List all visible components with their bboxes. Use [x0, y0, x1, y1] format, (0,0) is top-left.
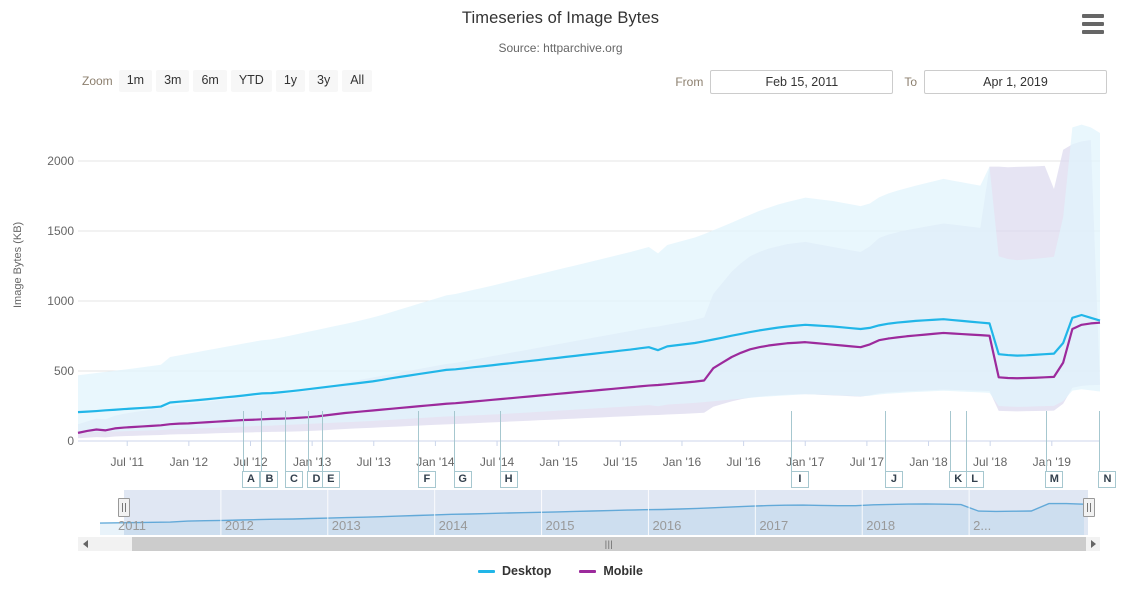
flag-k[interactable]: K: [949, 471, 968, 488]
x-axis-tick: Jul '12: [233, 455, 268, 469]
zoom-button-all[interactable]: All: [342, 70, 373, 92]
x-axis-tick: Jul '11: [110, 455, 144, 469]
navigator[interactable]: 2011 2012 2013 2014 2015 2016 2017 2018 2...: [78, 490, 1100, 535]
flag-g[interactable]: G: [453, 471, 472, 488]
legend-swatch-mobile: [579, 569, 597, 573]
plot-area: Image Bytes (KB) 0 500 1000 1500 2000 Jul '1…: [0, 108, 1121, 498]
flag-stem: [454, 411, 456, 478]
legend-item-mobile[interactable]: Mobile: [579, 564, 643, 578]
legend-label-mobile: Mobile: [603, 564, 643, 578]
menu-bar-3: [1082, 30, 1104, 34]
navigator-year-label: 2013: [331, 518, 361, 533]
legend-item-desktop[interactable]: Desktop: [478, 564, 551, 578]
scrollbar-grip: |||: [604, 538, 614, 549]
x-axis-tick: Jan '18: [909, 455, 948, 469]
hamburger-menu-icon[interactable]: [1079, 12, 1107, 36]
x-axis-tick: Jan '16: [662, 455, 702, 469]
x-axis-tick: Jul '18: [973, 455, 1008, 469]
x-axis-tick: Jan '15: [539, 455, 578, 469]
from-label: From: [675, 75, 704, 89]
flag-f[interactable]: F: [417, 471, 436, 488]
navigator-year-label: 2018: [866, 518, 896, 533]
flag-stem: [322, 411, 324, 478]
flag-m[interactable]: M: [1045, 471, 1064, 488]
flag-i[interactable]: I: [790, 471, 809, 488]
chart-subtitle: Source: httparchive.org: [498, 41, 623, 55]
x-axis-tick: Jan '13: [292, 455, 332, 469]
flag-h[interactable]: H: [499, 471, 518, 488]
series-canvas: [77, 124, 1101, 446]
x-axis-tick: Jul '13: [356, 455, 391, 469]
x-axis-tick: Jan '14: [416, 455, 455, 469]
flag-stem: [500, 411, 502, 478]
page-title: Timeseries of Image Bytes: [461, 9, 660, 27]
zoom-button-1y[interactable]: 1y: [275, 70, 306, 92]
menu-bar-2: [1082, 22, 1104, 26]
navigator-left-handle[interactable]: [118, 498, 130, 517]
from-date-input[interactable]: [710, 70, 894, 94]
highcharts-stock-chart: Timeseries of Image Bytes Source: httpar…: [0, 0, 1121, 591]
legend-swatch-desktop: [478, 569, 496, 573]
menu-bar-1: [1082, 14, 1104, 18]
flag-stem: [1045, 411, 1047, 478]
zoom-button-ytd[interactable]: YTD: [230, 70, 272, 92]
flag-e[interactable]: E: [321, 471, 340, 488]
zoom-button-3m[interactable]: 3m: [156, 70, 190, 92]
zoom-button-group: Zoom 1m 3m 6m YTD 1y 3y All: [82, 70, 376, 92]
x-axis-tick: Jan '19: [1032, 455, 1071, 469]
range-selector: Zoom 1m 3m 6m YTD 1y 3y All From To: [0, 70, 1121, 98]
flag-stem: [307, 411, 309, 478]
zoom-label: Zoom: [82, 73, 113, 88]
flag-stem: [791, 411, 793, 478]
flag-stem: [260, 411, 262, 478]
navigator-year-label: 2012: [224, 518, 254, 533]
zoom-button-6m[interactable]: 6m: [193, 70, 227, 92]
zoom-button-1m[interactable]: 1m: [118, 70, 153, 92]
flag-a[interactable]: A: [242, 471, 261, 488]
navigator-year-label: 2...: [973, 518, 992, 533]
zoom-button-3y[interactable]: 3y: [309, 70, 339, 92]
x-axis-tick: Jul '17: [849, 455, 885, 469]
flag-b[interactable]: B: [260, 471, 279, 488]
x-axis-tick: Jan '12: [169, 455, 209, 469]
flag-stem: [285, 411, 287, 478]
flag-stem: [242, 411, 244, 478]
scrollbar-right-arrow-icon[interactable]: [1086, 537, 1100, 551]
flag-n[interactable]: N: [1098, 471, 1117, 488]
x-axis-tick: Jul '15: [603, 455, 638, 469]
navigator-year-label: 2015: [545, 518, 575, 533]
navigator-year-label: 2011: [118, 518, 146, 533]
scrollbar-thumb[interactable]: |||: [132, 537, 1086, 551]
flag-j[interactable]: J: [884, 471, 903, 488]
flag-c[interactable]: C: [284, 471, 303, 488]
flag-stem: [418, 411, 420, 478]
to-label: To: [904, 75, 917, 89]
x-axis-tick: Jul '16: [726, 455, 761, 469]
x-axis-tick: Jul '14: [479, 455, 515, 469]
navigator-right-handle[interactable]: [1083, 498, 1095, 517]
flag-stem: [949, 411, 951, 478]
scrollbar-left-arrow-icon[interactable]: [78, 537, 92, 551]
legend-label-desktop: Desktop: [502, 564, 552, 578]
flag-stem: [966, 411, 968, 478]
navigator-year-label: 2016: [652, 518, 682, 533]
navigator-year-label: 2014: [438, 518, 468, 533]
to-date-input[interactable]: [924, 70, 1107, 94]
navigator-year-label: 2017: [759, 518, 789, 533]
date-range-inputs: From To: [675, 70, 1107, 94]
flag-stem: [885, 411, 887, 478]
flag-stem: [1098, 411, 1100, 478]
legend: Desktop Mobile: [0, 564, 1121, 578]
scrollbar[interactable]: |||: [78, 537, 1100, 551]
flag-l[interactable]: L: [965, 471, 984, 488]
